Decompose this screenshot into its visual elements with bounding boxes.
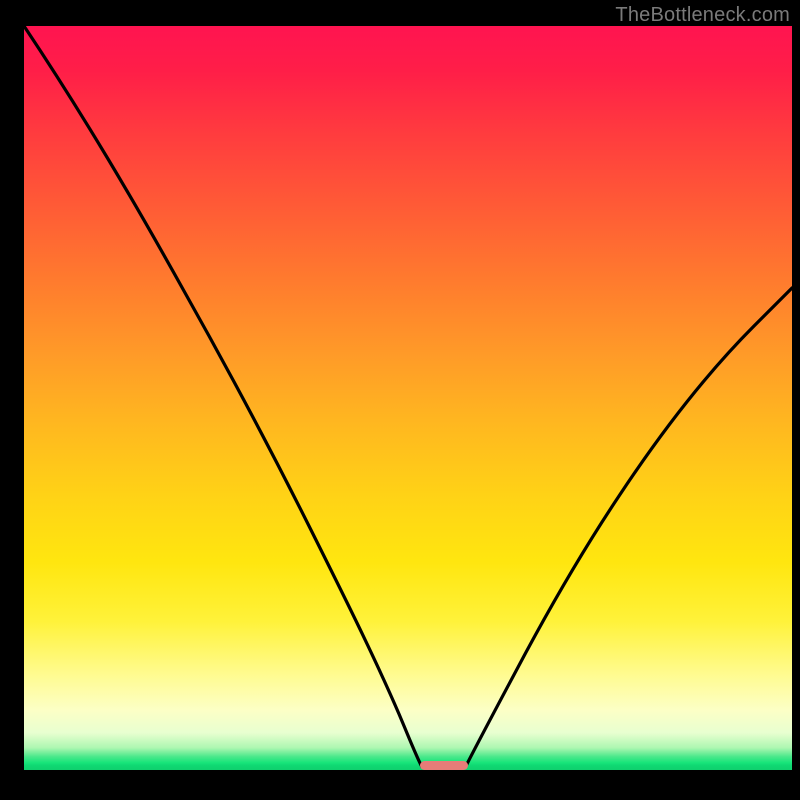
bottleneck-marker <box>420 761 468 770</box>
chart-frame: TheBottleneck.com <box>0 0 800 800</box>
plot-area <box>24 26 792 770</box>
watermark-text: TheBottleneck.com <box>615 4 790 27</box>
bottleneck-curve <box>24 26 792 770</box>
curve-right-branch <box>466 288 792 766</box>
curve-left-branch <box>24 26 422 767</box>
